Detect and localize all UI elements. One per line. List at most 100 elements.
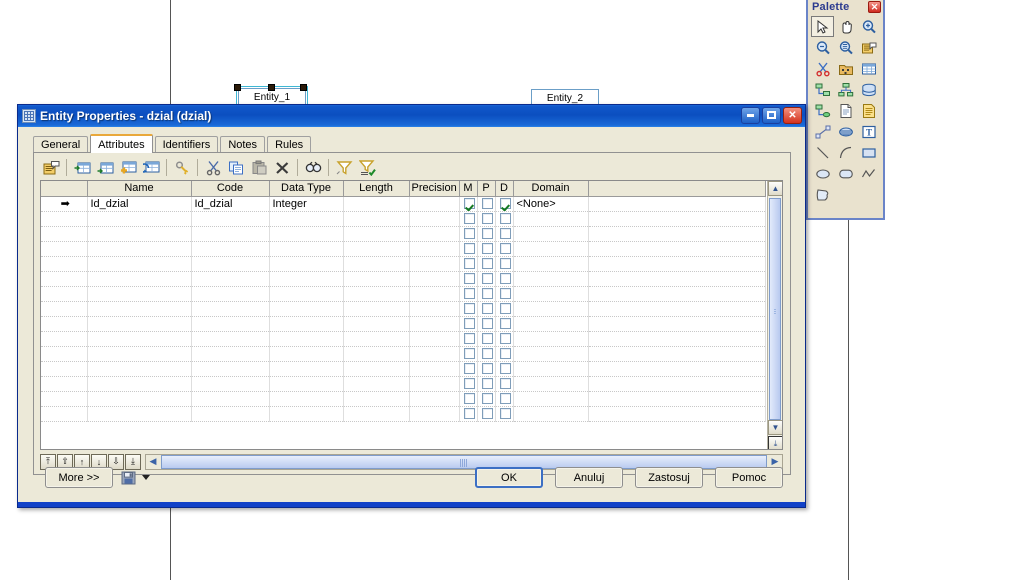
- mandatory-checkbox[interactable]: [464, 378, 475, 390]
- cell-primary-checkbox[interactable]: [477, 301, 496, 317]
- column-header-primary[interactable]: P: [477, 181, 496, 197]
- cell-code[interactable]: [191, 316, 270, 332]
- cell-mandatory-checkbox[interactable]: [459, 211, 478, 227]
- cell-datatype[interactable]: [269, 391, 344, 407]
- toolbar-insert-row-icon[interactable]: [71, 157, 93, 178]
- cell-precision[interactable]: [409, 196, 460, 212]
- displayed-checkbox[interactable]: [500, 288, 511, 300]
- primary-checkbox[interactable]: [482, 363, 493, 375]
- cell-domain[interactable]: [513, 301, 589, 317]
- grid-vertical-scrollbar[interactable]: ▲ ▼ ⤓ ⤓: [767, 181, 782, 449]
- cell-mandatory-checkbox[interactable]: [459, 271, 478, 287]
- cell-datatype[interactable]: Integer: [269, 196, 344, 212]
- table-row[interactable]: [41, 301, 766, 317]
- cell-length[interactable]: [343, 406, 410, 422]
- table-row[interactable]: [41, 226, 766, 242]
- table-row[interactable]: [41, 316, 766, 332]
- cell-primary-checkbox[interactable]: [477, 211, 496, 227]
- table-row[interactable]: [41, 256, 766, 272]
- cell-length[interactable]: [343, 286, 410, 302]
- primary-checkbox[interactable]: [482, 243, 493, 255]
- palette-rounded-rect-icon[interactable]: [834, 163, 857, 184]
- cell-displayed-checkbox[interactable]: [495, 331, 514, 347]
- mandatory-checkbox[interactable]: [464, 258, 475, 270]
- tab-attributes[interactable]: Attributes: [90, 134, 153, 153]
- row-header-cell[interactable]: [41, 226, 88, 242]
- cell-precision[interactable]: [409, 256, 460, 272]
- close-button[interactable]: ✕: [783, 107, 802, 124]
- cell-primary-checkbox[interactable]: [477, 286, 496, 302]
- palette-database-icon[interactable]: [857, 79, 880, 100]
- palette-properties-icon[interactable]: [857, 37, 880, 58]
- row-header-cell[interactable]: [41, 316, 88, 332]
- palette-arc-icon[interactable]: [834, 142, 857, 163]
- cell-name[interactable]: [87, 316, 192, 332]
- cell-primary-checkbox[interactable]: [477, 331, 496, 347]
- cell-primary-checkbox[interactable]: [477, 226, 496, 242]
- toolbar-filter-icon[interactable]: [333, 157, 355, 178]
- displayed-checkbox[interactable]: [500, 348, 511, 360]
- palette-note-icon[interactable]: [857, 100, 880, 121]
- selection-handle-tc[interactable]: [268, 84, 275, 91]
- palette-pointer-icon[interactable]: [811, 16, 834, 37]
- cell-length[interactable]: [343, 376, 410, 392]
- cell-name[interactable]: [87, 211, 192, 227]
- displayed-checkbox[interactable]: [500, 228, 511, 240]
- primary-checkbox[interactable]: [482, 213, 493, 225]
- cell-length[interactable]: [343, 271, 410, 287]
- palette-view-icon[interactable]: [834, 121, 857, 142]
- cell-primary-checkbox[interactable]: [477, 391, 496, 407]
- cell-name[interactable]: [87, 361, 192, 377]
- cell-name[interactable]: [87, 226, 192, 242]
- cell-name[interactable]: [87, 346, 192, 362]
- cell-name[interactable]: Id_dzial: [87, 196, 192, 212]
- cell-primary-checkbox[interactable]: [477, 361, 496, 377]
- cell-mandatory-checkbox[interactable]: [459, 301, 478, 317]
- primary-checkbox[interactable]: [482, 318, 493, 330]
- cell-mandatory-checkbox[interactable]: [459, 226, 478, 242]
- mandatory-checkbox[interactable]: [464, 333, 475, 345]
- displayed-checkbox[interactable]: [500, 408, 511, 420]
- table-row[interactable]: [41, 271, 766, 287]
- toolbar-find-icon[interactable]: [302, 157, 324, 178]
- mandatory-checkbox[interactable]: [464, 213, 475, 225]
- displayed-checkbox[interactable]: [500, 273, 511, 285]
- cell-displayed-checkbox[interactable]: [495, 211, 514, 227]
- row-header-cell[interactable]: [41, 271, 88, 287]
- palette-zoom-out-icon[interactable]: [811, 37, 834, 58]
- ok-button[interactable]: OK: [475, 467, 543, 488]
- tab-notes[interactable]: Notes: [220, 136, 266, 153]
- cell-name[interactable]: [87, 271, 192, 287]
- toolbar-properties-icon[interactable]: [40, 157, 62, 178]
- palette-zoom-in-icon[interactable]: [857, 16, 880, 37]
- displayed-checkbox[interactable]: [500, 363, 511, 375]
- row-header-cell[interactable]: [41, 376, 88, 392]
- cell-domain[interactable]: [513, 346, 589, 362]
- cell-domain[interactable]: [513, 376, 589, 392]
- displayed-checkbox[interactable]: [500, 243, 511, 255]
- displayed-checkbox[interactable]: [500, 258, 511, 270]
- cell-domain[interactable]: [513, 391, 589, 407]
- scroll-page-down-button[interactable]: ⤓: [768, 436, 782, 449]
- cell-domain[interactable]: [513, 256, 589, 272]
- cell-mandatory-checkbox[interactable]: [459, 331, 478, 347]
- mandatory-checkbox[interactable]: [464, 228, 475, 240]
- mandatory-checkbox[interactable]: [464, 348, 475, 360]
- cancel-button[interactable]: Anuluj: [555, 467, 623, 488]
- cell-domain[interactable]: [513, 331, 589, 347]
- cell-precision[interactable]: [409, 391, 460, 407]
- cell-datatype[interactable]: [269, 346, 344, 362]
- row-header-cell[interactable]: [41, 211, 88, 227]
- cell-mandatory-checkbox[interactable]: [459, 316, 478, 332]
- cell-mandatory-checkbox[interactable]: [459, 376, 478, 392]
- cell-mandatory-checkbox[interactable]: [459, 361, 478, 377]
- palette-entity-icon[interactable]: [857, 58, 880, 79]
- cell-datatype[interactable]: [269, 376, 344, 392]
- table-row[interactable]: [41, 211, 766, 227]
- cell-displayed-checkbox[interactable]: [495, 301, 514, 317]
- cell-mandatory-checkbox[interactable]: [459, 391, 478, 407]
- cell-primary-checkbox[interactable]: [477, 241, 496, 257]
- row-header-cell[interactable]: [41, 331, 88, 347]
- row-header-cell[interactable]: ➡: [41, 196, 88, 212]
- column-header-datatype[interactable]: Data Type: [269, 181, 344, 197]
